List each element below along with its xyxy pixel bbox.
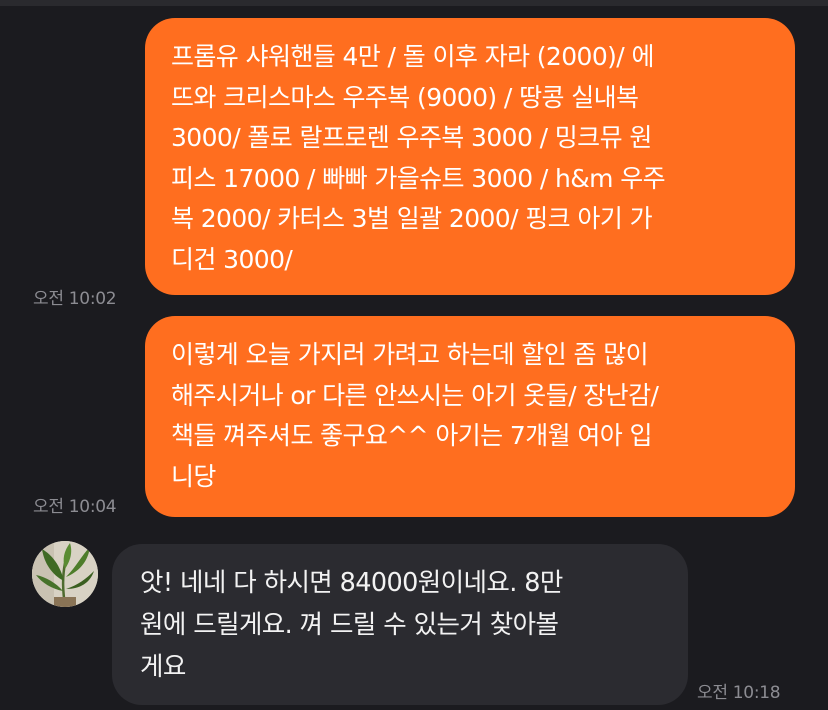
chat-conversation: 프롬유 샤워핸들 4만 / 돌 이후 자라 (2000)/ 에 뜨와 크리스마스… bbox=[0, 0, 828, 710]
message-timestamp: 오전 10:18 bbox=[697, 683, 781, 703]
outgoing-message-bubble[interactable]: 프롬유 샤워핸들 4만 / 돌 이후 자라 (2000)/ 에 뜨와 크리스마스… bbox=[145, 18, 795, 295]
outgoing-message-bubble[interactable]: 이렇게 오늘 가지러 가려고 하는데 할인 좀 많이 해주시거나 or 다른 안… bbox=[145, 316, 795, 517]
message-timestamp: 오전 10:04 bbox=[33, 497, 117, 517]
incoming-message-bubble[interactable]: 앗! 네네 다 하시면 84000원이네요. 8만 원에 드릴게요. 껴 드릴 … bbox=[112, 544, 688, 705]
sender-avatar[interactable] bbox=[32, 541, 98, 607]
message-timestamp: 오전 10:02 bbox=[33, 289, 117, 309]
top-divider bbox=[0, 0, 828, 6]
plant-avatar-icon bbox=[32, 541, 98, 607]
